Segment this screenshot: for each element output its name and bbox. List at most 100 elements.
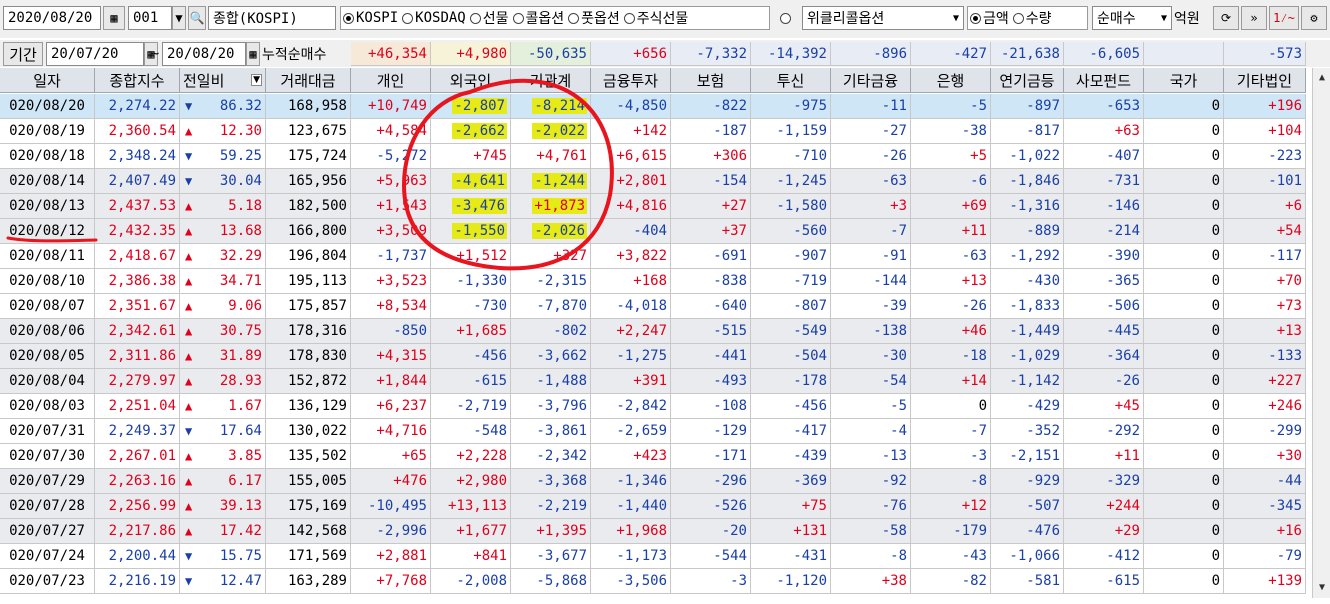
cell-financial-investment: +423 <box>591 444 671 469</box>
cell-value: 31.89 <box>219 348 262 364</box>
market-radio-4[interactable]: 풋옵션 <box>568 8 620 28</box>
column-header-government[interactable]: 국가 <box>1144 68 1224 93</box>
column-header-institution[interactable]: 기관계 <box>511 68 591 93</box>
cell-value: +7,768 <box>376 573 427 589</box>
table-row[interactable]: 020/07/27 2,217.86 ▲ 17.42 142,568 -2,996 +1,6… <box>0 519 1312 544</box>
cell-value: -171 <box>713 448 747 464</box>
calendar-icon[interactable]: ▦ <box>246 42 260 66</box>
column-header-trade-amount[interactable]: 거래대금 <box>266 68 351 93</box>
cumulative-foreign: +4,980 <box>431 42 511 66</box>
cell-value: -82 <box>961 573 987 589</box>
period-label: 기간 <box>3 42 43 66</box>
cell-date: 020/08/19 <box>0 119 95 144</box>
weekly-option-radio[interactable] <box>780 6 794 30</box>
table-row[interactable]: 020/08/03 2,251.04 ▲ 1.67 136,129 +6,237 -2,71… <box>0 394 1312 419</box>
cell-value: 0 <box>1211 373 1220 389</box>
table-row[interactable]: 020/07/29 2,263.16 ▲ 6.17 155,005 +476 +2,980 -… <box>0 469 1312 494</box>
table-row[interactable]: 020/08/20 2,274.22 ▼ 86.32 168,958 +10,749 -2,… <box>0 94 1312 119</box>
cell-financial-investment: -1,346 <box>591 469 671 494</box>
cell-other-finance: -76 <box>831 494 911 519</box>
cell-bank: -179 <box>911 519 991 544</box>
market-radio-0[interactable]: KOSPI <box>343 10 398 26</box>
column-header-insurance[interactable]: 보험 <box>671 68 751 93</box>
scroll-up-icon[interactable]: ▲ <box>1314 70 1330 86</box>
column-header-label: 투신 <box>776 71 805 90</box>
table-row[interactable]: 020/08/11 2,418.67 ▲ 32.29 196,804 -1,737 +1,5… <box>0 244 1312 269</box>
cell-value: -2,008 <box>456 573 507 589</box>
column-header-other-finance[interactable]: 기타금융 <box>831 68 911 93</box>
market-option-label: 주식선물 <box>636 11 689 27</box>
market-radio-1[interactable]: KOSDAQ <box>402 10 466 26</box>
cell-composite-index: 2,386.38 <box>95 269 180 294</box>
chevron-down-icon[interactable]: ▼ <box>251 74 262 86</box>
table-row[interactable]: 020/07/23 2,216.19 ▼ 12.47 163,289 +7,768 -2,0… <box>0 569 1312 594</box>
column-header-change[interactable]: 전일비 ▼ <box>180 68 266 93</box>
table-row[interactable]: 020/08/06 2,342.61 ▲ 30.75 178,316 -850 +1,685… <box>0 319 1312 344</box>
column-header-other-corp[interactable]: 기타법인 <box>1224 68 1306 93</box>
market-radio-5[interactable]: 주식선물 <box>623 8 689 28</box>
calendar-icon[interactable]: ▦ <box>103 6 125 30</box>
unit-radio-1[interactable]: 수량 <box>1012 8 1052 28</box>
cell-bank: +69 <box>911 194 991 219</box>
column-header-pension[interactable]: 연기금등 <box>991 68 1064 93</box>
column-header-composite-index[interactable]: 종합지수 <box>95 68 180 93</box>
table-row[interactable]: 020/08/07 2,351.67 ▲ 9.06 175,857 +8,534 -730 -… <box>0 294 1312 319</box>
cell-investment-trust: -719 <box>751 269 831 294</box>
chart-icon[interactable]: 1⁄~ <box>1269 6 1299 30</box>
cell-bank: -3 <box>911 444 991 469</box>
unit-radio-0[interactable]: 금액 <box>970 8 1009 28</box>
column-header-individual[interactable]: 개인 <box>351 68 431 93</box>
cell-foreign: -2,807 <box>431 94 511 119</box>
mode-select[interactable]: 순매수 ▼ <box>1092 6 1172 30</box>
cell-pension: -929 <box>991 469 1064 494</box>
market-radio-3[interactable]: 콜옵션 <box>512 8 565 28</box>
cell-value: -2,151 <box>1009 448 1060 464</box>
date-field[interactable]: 2020/08/20 <box>3 6 101 30</box>
cell-other-finance: -138 <box>831 319 911 344</box>
column-header-bank[interactable]: 은행 <box>911 68 991 93</box>
column-header-financial-investment[interactable]: 금융투자 <box>591 68 671 93</box>
table-row[interactable]: 020/08/12 2,432.35 ▲ 13.68 166,800 +3,509 -1,5… <box>0 219 1312 244</box>
code-field[interactable]: 001 <box>128 6 172 30</box>
start-date-field[interactable]: 20/07/20 <box>46 42 144 66</box>
cell-composite-index: 2,251.04 <box>95 394 180 419</box>
column-header-investment-trust[interactable]: 투신 <box>751 68 831 93</box>
end-date-field[interactable]: 20/08/20 <box>162 42 246 66</box>
cell-composite-index: 2,256.99 <box>95 494 180 519</box>
cell-value: -1,142 <box>1009 373 1060 389</box>
cell-value: 020/08/11 <box>9 248 85 264</box>
cell-value: 5.18 <box>228 198 262 214</box>
chevron-down-icon[interactable]: ▼ <box>172 6 186 30</box>
cell-bank: +46 <box>911 319 991 344</box>
table-row[interactable]: 020/07/28 2,256.99 ▲ 39.13 175,169 -10,495 +13… <box>0 494 1312 519</box>
vertical-scrollbar[interactable]: ▲ ▼ <box>1312 68 1330 598</box>
table-row[interactable]: 020/08/14 2,407.49 ▼ 30.04 165,956 +5,963 -4,6… <box>0 169 1312 194</box>
column-header-foreign[interactable]: 외국인 <box>431 68 511 93</box>
table-row[interactable]: 020/08/19 2,360.54 ▲ 12.30 123,675 +4,584 -2,6… <box>0 119 1312 144</box>
table-row[interactable]: 020/07/30 2,267.01 ▲ 3.85 135,502 +65 +2,228 -2… <box>0 444 1312 469</box>
table-row[interactable]: 020/08/13 2,437.53 ▲ 5.18 182,500 +1,543 -3,47… <box>0 194 1312 219</box>
table-row[interactable]: 020/08/18 2,348.24 ▼ 59.25 175,724 -5,272 +745… <box>0 144 1312 169</box>
table-row[interactable]: 020/08/05 2,311.86 ▲ 31.89 178,830 +4,315 -456… <box>0 344 1312 369</box>
weekly-option-select[interactable]: 위클리콜옵션 ▼ <box>802 6 964 30</box>
table-row[interactable]: 020/08/10 2,386.38 ▲ 34.71 195,113 +3,523 -1,3… <box>0 269 1312 294</box>
column-header-private-fund[interactable]: 사모펀드 <box>1064 68 1144 93</box>
double-arrow-icon[interactable]: » <box>1241 6 1267 30</box>
table-row[interactable]: 020/07/31 2,249.37 ▼ 17.64 130,022 +4,716 -548… <box>0 419 1312 444</box>
refresh-icon[interactable]: ⟳ <box>1213 6 1239 30</box>
cell-change: ▲ 17.42 <box>180 519 266 544</box>
cell-trade-amount: 155,005 <box>266 469 351 494</box>
search-icon[interactable]: 🔍 <box>188 6 206 30</box>
settings-icon[interactable]: ⚙ <box>1301 6 1327 30</box>
cell-change: ▲ 30.75 <box>180 319 266 344</box>
market-option-label: 콜옵션 <box>525 11 565 27</box>
cell-private-fund: -146 <box>1064 194 1144 219</box>
cell-value: +2,247 <box>616 323 667 339</box>
cell-change: ▲ 34.71 <box>180 269 266 294</box>
column-header-date[interactable]: 일자 <box>0 68 95 93</box>
table-row[interactable]: 020/07/24 2,200.44 ▼ 15.75 171,569 +2,881 +841… <box>0 544 1312 569</box>
scroll-down-icon[interactable]: ▼ <box>1314 580 1330 596</box>
table-row[interactable]: 020/08/04 2,279.97 ▲ 28.93 152,872 +1,844 -615… <box>0 369 1312 394</box>
market-radio-2[interactable]: 선물 <box>469 8 509 28</box>
cumulative-individual: +46,354 <box>351 42 431 66</box>
